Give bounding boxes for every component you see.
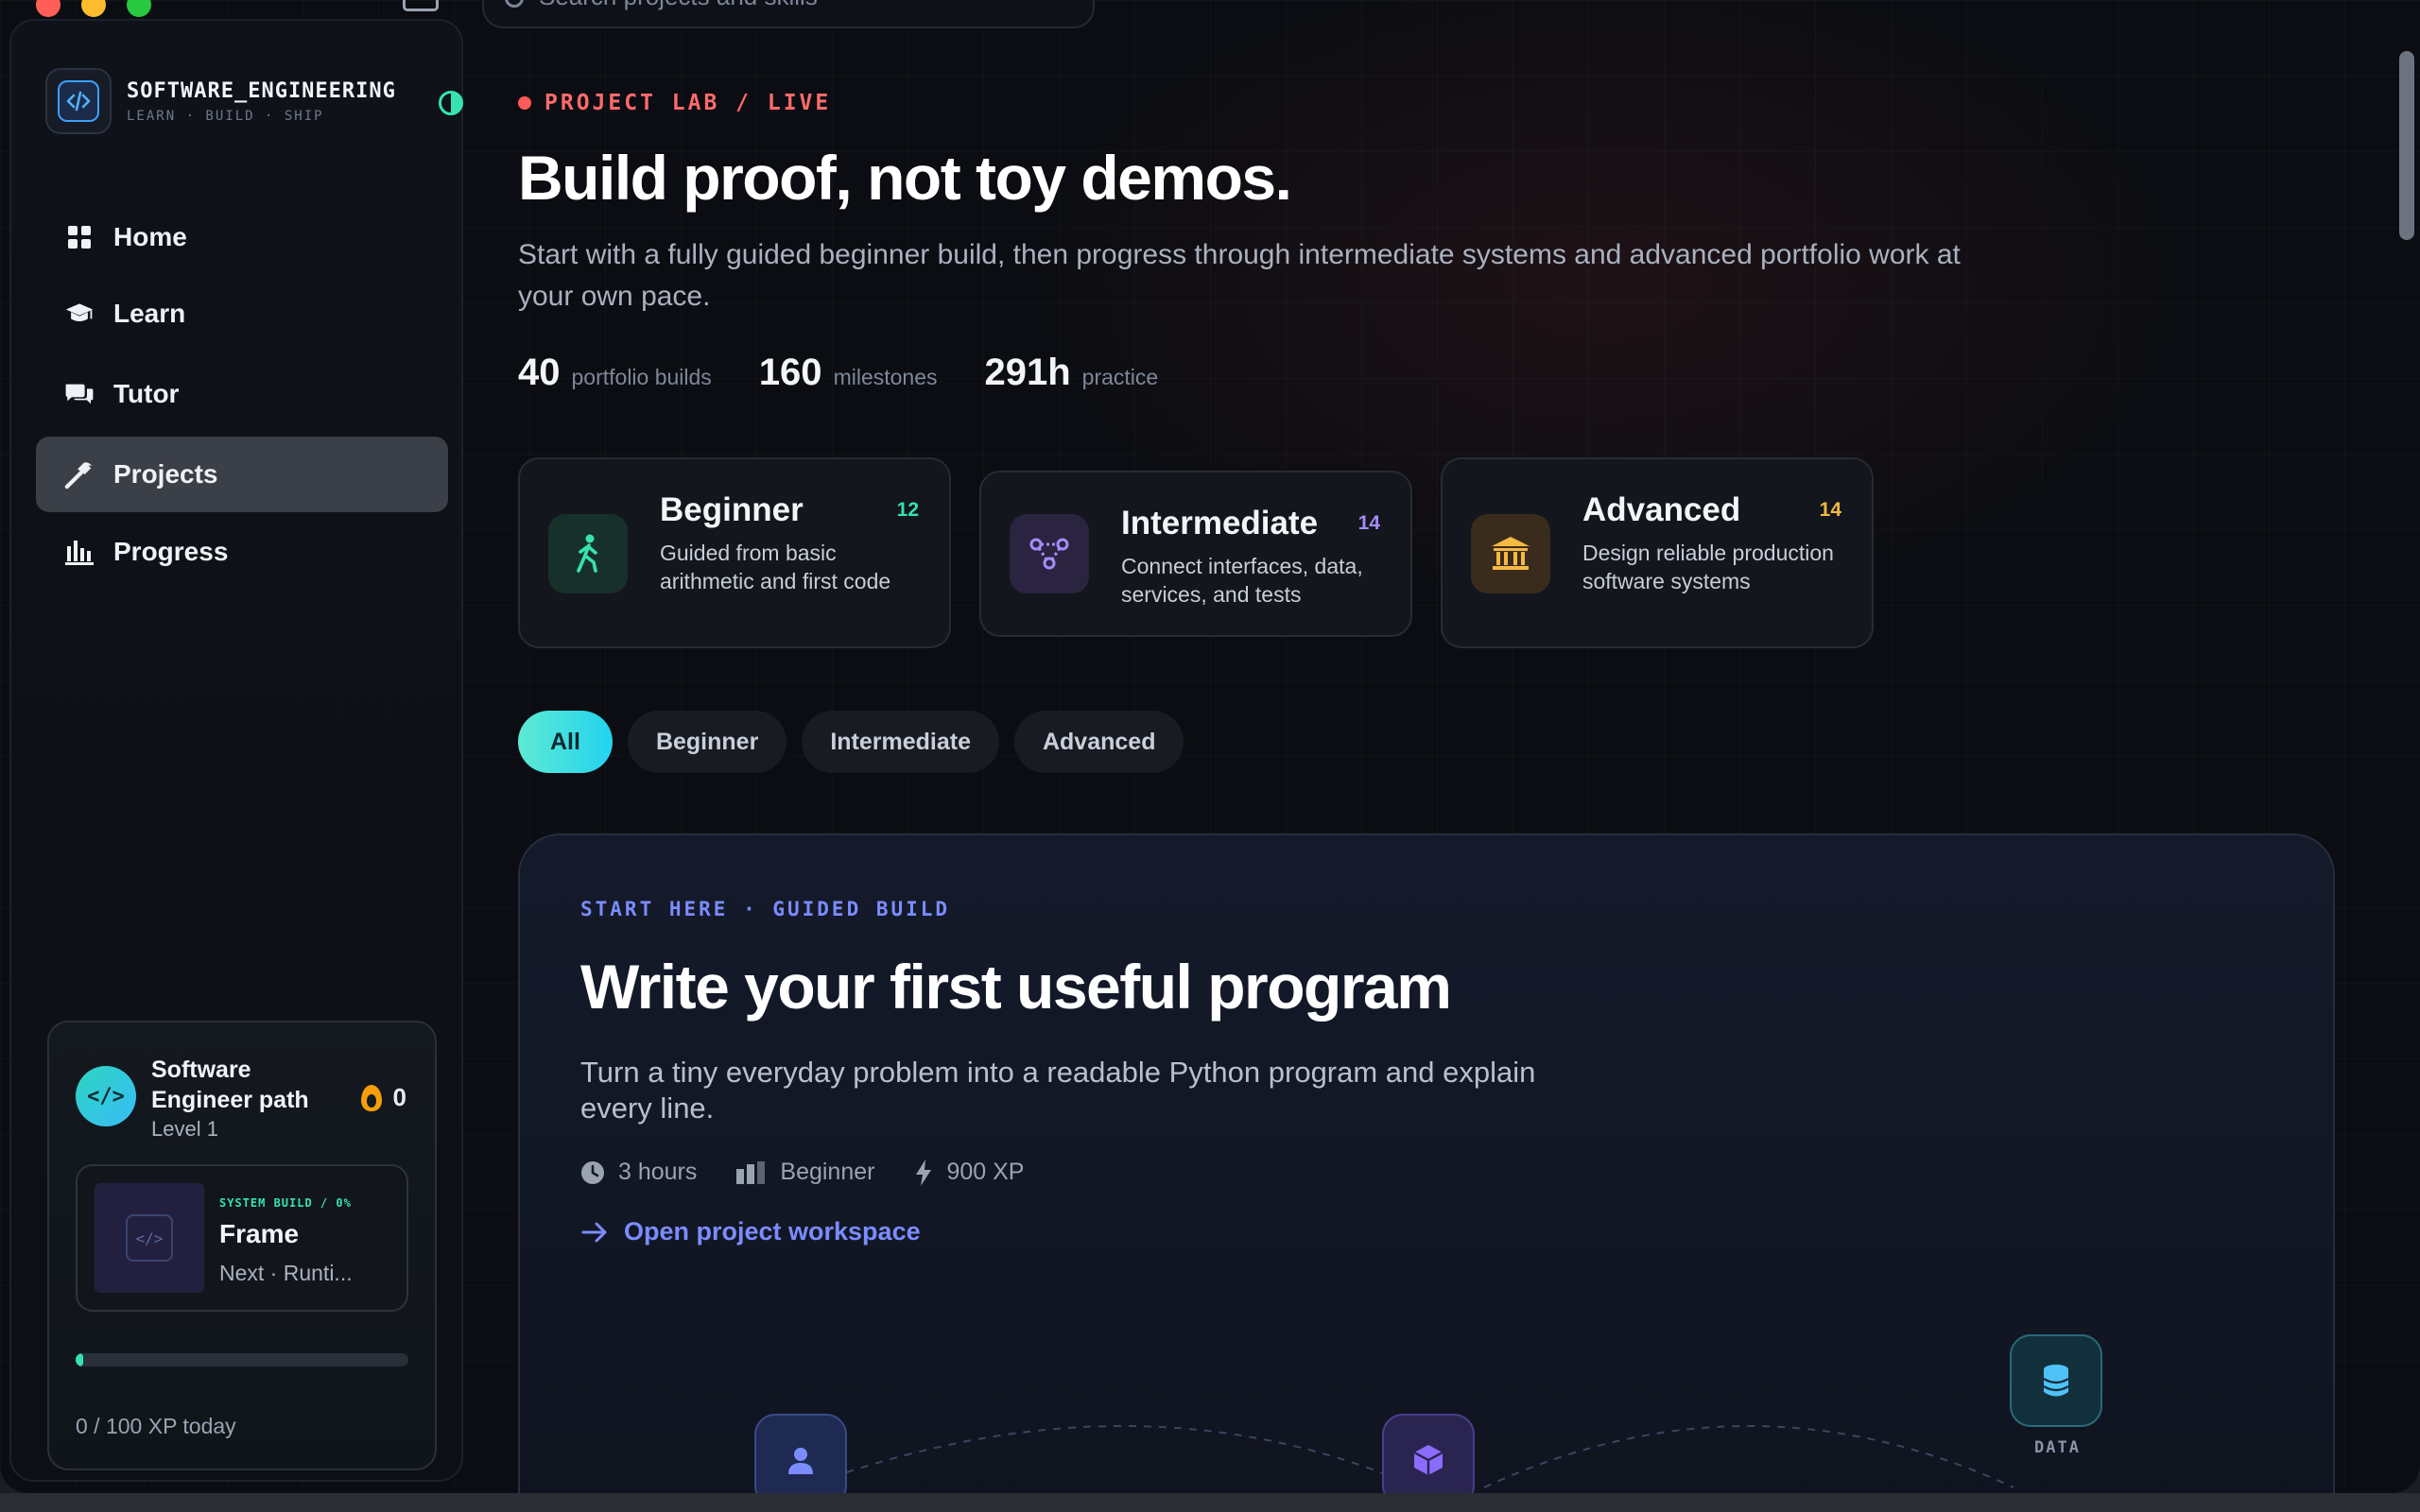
stat-value: 40 — [518, 352, 561, 393]
current-build-card[interactable]: </> SYSTEM BUILD / 0% Frame Next · Runti… — [76, 1164, 408, 1312]
grid-icon — [64, 222, 95, 252]
stat-label: practice — [1081, 365, 1159, 389]
brand-name: SOFTWARE_ENGINEERING — [127, 78, 396, 103]
sidebar: SOFTWARE_ENGINEERING LEARN · BUILD · SHI… — [9, 19, 463, 1482]
brand-logo — [45, 68, 112, 134]
search-placeholder: Search projects and skills — [539, 0, 818, 11]
window-controls — [36, 0, 151, 17]
learning-path-card[interactable]: </> Software Engineer path Level 1 0 </>… — [47, 1021, 437, 1470]
scrollbar-thumb[interactable] — [2399, 51, 2414, 240]
nav-item-home[interactable]: Home — [36, 200, 448, 274]
nav-label-home: Home — [113, 222, 187, 251]
build-thumbnail: </> — [95, 1183, 204, 1293]
level-count: 12 — [896, 499, 919, 521]
level-name: Beginner — [660, 491, 804, 528]
filter-all[interactable]: All — [518, 711, 613, 773]
page-kicker: PROJECT LAB / LIVE — [518, 91, 831, 115]
nav-item-learn[interactable]: Learn — [36, 276, 448, 352]
featured-project-card[interactable]: START HERE · GUIDED BUILD Write your fir… — [518, 833, 2335, 1493]
streak-counter: 0 — [360, 1083, 406, 1112]
page-subtitle: Start with a fully guided beginner build… — [518, 239, 1961, 312]
screen-edge — [0, 1493, 2420, 1512]
flame-icon — [360, 1084, 382, 1111]
nav-label-learn: Learn — [113, 299, 186, 328]
path-avatar: </> — [76, 1066, 136, 1126]
search-input[interactable]: Search projects and skills — [482, 0, 1095, 28]
network-nodes-icon — [1010, 514, 1089, 593]
brand[interactable]: SOFTWARE_ENGINEERING LEARN · BUILD · SHI… — [45, 68, 396, 134]
sidebar-toggle-icon[interactable] — [403, 0, 439, 11]
walking-person-icon — [548, 514, 628, 593]
database-node-icon — [2010, 1334, 2102, 1427]
page-title: Build proof, not toy demos. — [518, 143, 1292, 213]
level-cards: Beginner 12 Guided from basic arithmetic… — [518, 457, 1879, 656]
zoom-window-button[interactable] — [127, 0, 151, 17]
level-name: Intermediate — [1121, 505, 1319, 541]
nav-label-projects: Projects — [113, 459, 218, 489]
level-description: Guided from basic arithmetic and first c… — [660, 541, 891, 593]
graduation-cap-icon — [64, 299, 95, 329]
nav-label-progress: Progress — [113, 537, 229, 566]
brand-tagline: LEARN · BUILD · SHIP — [127, 108, 324, 124]
user-node-icon — [754, 1414, 847, 1493]
nav-item-tutor[interactable]: Tutor — [36, 353, 448, 435]
xp-today-text: 0 / 100 XP today — [76, 1414, 236, 1438]
level-name: Advanced — [1582, 491, 1741, 528]
main-nav: Home Learn Tutor Projects Progress — [36, 200, 448, 592]
nav-item-progress[interactable]: Progress — [36, 514, 448, 590]
app-window: Search projects and skills SOFTWARE_ENGI… — [0, 0, 2420, 1493]
stat-milestones: 160 milestones — [759, 352, 938, 394]
level-card-intermediate[interactable]: Intermediate 14 Connect interfaces, data… — [979, 471, 1412, 637]
chat-bubbles-icon — [64, 379, 95, 409]
nav-item-projects[interactable]: Projects — [36, 437, 448, 512]
live-dot-icon — [518, 96, 531, 110]
level-card-beginner[interactable]: Beginner 12 Guided from basic arithmetic… — [518, 457, 951, 648]
cube-node-icon — [1382, 1414, 1475, 1493]
filter-intermediate[interactable]: Intermediate — [802, 711, 999, 773]
bar-chart-icon — [64, 537, 95, 567]
stats-row: 40 portfolio builds 160 milestones 291h … — [518, 352, 1158, 394]
filter-chips: All Beginner Intermediate Advanced — [518, 711, 1184, 773]
level-description: Connect interfaces, data, services, and … — [1121, 554, 1363, 607]
code-icon — [58, 80, 99, 122]
path-title: Software Engineer path — [151, 1057, 309, 1113]
level-count: 14 — [1819, 499, 1841, 521]
stat-value: 291h — [984, 352, 1071, 393]
build-kicker: SYSTEM BUILD / 0% — [219, 1196, 352, 1210]
page-kicker-text: PROJECT LAB / LIVE — [544, 91, 832, 115]
filter-beginner[interactable]: Beginner — [627, 711, 787, 773]
level-card-advanced[interactable]: Advanced 14 Design reliable production s… — [1441, 457, 1874, 648]
build-next-step: Next · Runti... — [219, 1261, 353, 1285]
xp-progress-fill — [76, 1353, 83, 1366]
xp-progress-bar — [76, 1353, 408, 1366]
level-count: 14 — [1357, 512, 1380, 534]
stat-portfolio-builds: 40 portfolio builds — [518, 352, 712, 394]
filter-advanced[interactable]: Advanced — [1013, 711, 1184, 773]
path-level: Level 1 — [151, 1117, 218, 1141]
close-window-button[interactable] — [36, 0, 60, 17]
nav-label-tutor: Tutor — [113, 379, 180, 408]
minimize-window-button[interactable] — [81, 0, 106, 17]
code-icon: </> — [126, 1214, 173, 1262]
level-description: Design reliable production software syst… — [1582, 541, 1834, 593]
search-icon — [505, 0, 524, 8]
streak-value: 0 — [392, 1083, 406, 1111]
theme-toggle-icon[interactable] — [439, 91, 463, 115]
vertical-scrollbar[interactable] — [2399, 19, 2414, 1474]
institution-icon — [1471, 514, 1550, 593]
stat-practice: 291h practice — [985, 352, 1159, 394]
stat-label: milestones — [833, 365, 938, 389]
build-title: Frame — [219, 1219, 300, 1248]
stat-label: portfolio builds — [571, 365, 712, 389]
stat-value: 160 — [758, 352, 822, 393]
data-node-label: DATA — [2034, 1438, 2081, 1457]
hammer-icon — [64, 459, 95, 490]
